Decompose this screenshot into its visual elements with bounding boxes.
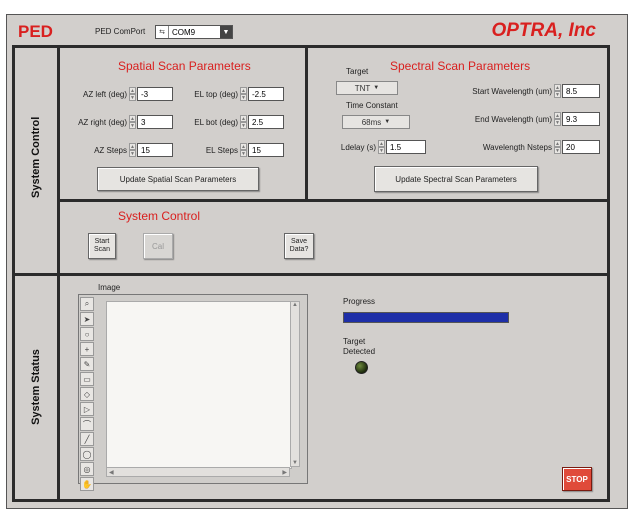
target-detected-led <box>355 361 368 374</box>
az-right-field[interactable]: ▲ ▼ 3 <box>129 115 173 129</box>
scroll-left-icon[interactable]: ◀ <box>109 469 114 476</box>
control-hdivider <box>57 199 610 202</box>
comport-select[interactable]: ⇆ COM9 ▼ <box>155 25 233 39</box>
el-steps-spinner[interactable]: ▲ ▼ <box>240 143 247 157</box>
el-steps-label: EL Steps <box>205 146 238 155</box>
start-wavelength-field[interactable]: ▲ ▼ 8.5 <box>554 84 600 98</box>
time-constant-value: 68ms <box>361 117 382 127</box>
pointer-icon[interactable]: ➤ <box>80 312 94 326</box>
end-wavelength-field[interactable]: ▲ ▼ 9.3 <box>554 112 600 126</box>
el-top-label: EL top (deg) <box>194 90 238 99</box>
target-ring[interactable]: TNT ▼ <box>336 81 398 95</box>
ellipse-icon[interactable]: ◇ <box>80 387 94 401</box>
stop-button[interactable]: STOP <box>562 467 592 491</box>
el-bot-field[interactable]: ▲ ▼ 2.5 <box>240 115 284 129</box>
time-constant-label: Time Constant <box>346 101 398 110</box>
el-steps-field[interactable]: ▲ ▼ 15 <box>240 143 284 157</box>
image-label: Image <box>98 283 121 292</box>
az-left-field[interactable]: ▲ ▼ -3 <box>129 87 173 101</box>
comport-label: PED ComPort <box>95 27 146 36</box>
target-value: TNT <box>354 83 371 93</box>
el-bot-label: EL bot (deg) <box>194 118 238 127</box>
end-wavelength-spinner[interactable]: ▲ ▼ <box>554 112 561 126</box>
image-canvas[interactable] <box>106 301 292 469</box>
az-left-value[interactable]: -3 <box>137 87 173 101</box>
ldelay-label: Ldelay (s) <box>340 143 376 152</box>
border-bottom <box>12 499 610 502</box>
wavelength-nsteps-field[interactable]: ▲ ▼ 20 <box>554 140 600 154</box>
pencil-icon[interactable]: ✎ <box>80 357 94 371</box>
app-title: PED <box>18 22 53 41</box>
zoom-icon[interactable]: ⌕ <box>80 297 94 311</box>
system-control-heading: System Control <box>118 209 201 223</box>
chevron-down-icon[interactable]: ▼ <box>220 26 232 38</box>
ldelay-spinner[interactable]: ▲ ▼ <box>378 140 385 154</box>
hand-icon[interactable]: ✋ <box>80 477 94 491</box>
az-steps-spinner[interactable]: ▲ ▼ <box>129 143 136 157</box>
image-tool-palette: ⌕ ➤ ○ + ✎ ▭ ◇ ▷ ⌒ ╱ ◯ ◎ ✋ <box>80 297 94 492</box>
comport-value: COM9 <box>172 27 196 37</box>
freehand-icon[interactable]: ⌒ <box>80 417 94 431</box>
el-top-field[interactable]: ▲ ▼ -2.5 <box>240 87 284 101</box>
ldelay-field[interactable]: ▲ ▼ 1.5 <box>378 140 426 154</box>
polygon-icon[interactable]: ▷ <box>80 402 94 416</box>
az-left-label: AZ left (deg) <box>82 90 127 99</box>
system-control-section-label: System Control <box>30 116 42 198</box>
az-steps-label: AZ Steps <box>94 146 127 155</box>
target-detected-label: Target Detected <box>343 337 376 356</box>
section-hdivider <box>12 273 610 276</box>
chevron-down-icon: ▼ <box>384 119 391 125</box>
el-steps-value[interactable]: 15 <box>248 143 284 157</box>
annulus-icon[interactable]: ◎ <box>80 462 94 476</box>
el-bot-value[interactable]: 2.5 <box>248 115 284 129</box>
wavelength-nsteps-value[interactable]: 20 <box>562 140 600 154</box>
wavelength-nsteps-label: Wavelength Nsteps <box>482 143 552 152</box>
el-top-value[interactable]: -2.5 <box>248 87 284 101</box>
rectangle-icon[interactable]: ▭ <box>80 372 94 386</box>
start-wavelength-label: Start Wavelength (um) <box>472 87 552 96</box>
line-icon[interactable]: ╱ <box>80 432 94 446</box>
spatial-heading: Spatial Scan Parameters <box>118 59 251 73</box>
ldelay-value[interactable]: 1.5 <box>386 140 426 154</box>
el-bot-spinner[interactable]: ▲ ▼ <box>240 115 247 129</box>
progress-bar <box>343 312 509 323</box>
params-vdivider <box>305 45 308 202</box>
save-data-button[interactable]: Save Data? <box>284 233 314 259</box>
az-right-label: AZ right (deg) <box>78 118 127 127</box>
target-label: Target <box>346 67 369 76</box>
progress-label: Progress <box>343 297 376 306</box>
az-steps-value[interactable]: 15 <box>137 143 173 157</box>
border-top <box>12 45 610 48</box>
update-spectral-button[interactable]: Update Spectral Scan Parameters <box>374 166 538 192</box>
el-top-spinner[interactable]: ▲ ▼ <box>240 87 247 101</box>
crosshair-icon[interactable]: + <box>80 342 94 356</box>
az-steps-field[interactable]: ▲ ▼ 15 <box>129 143 173 157</box>
end-wavelength-label: End Wavelength (um) <box>474 115 552 124</box>
az-left-spinner[interactable]: ▲ ▼ <box>129 87 136 101</box>
spectral-heading: Spectral Scan Parameters <box>390 59 531 73</box>
time-constant-ring[interactable]: 68ms ▼ <box>342 115 410 129</box>
scroll-right-icon[interactable]: ▶ <box>282 469 287 476</box>
end-wavelength-value[interactable]: 9.3 <box>562 112 600 126</box>
pan-icon[interactable]: ○ <box>80 327 94 341</box>
chevron-down-icon: ▼ <box>373 85 380 91</box>
scroll-down-icon[interactable]: ▼ <box>292 460 298 466</box>
image-vertical-scrollbar[interactable]: ▲ ▼ <box>290 301 300 467</box>
image-horizontal-scrollbar[interactable]: ◀ ▶ <box>106 467 290 477</box>
system-status-section-label: System Status <box>30 349 42 425</box>
start-scan-button[interactable]: Start Scan <box>88 233 116 259</box>
cal-button[interactable]: Cal <box>143 233 173 259</box>
company-logo: OPTRA, Inc <box>491 20 596 41</box>
az-right-spinner[interactable]: ▲ ▼ <box>129 115 136 129</box>
scroll-up-icon[interactable]: ▲ <box>292 302 298 308</box>
az-right-value[interactable]: 3 <box>137 115 173 129</box>
update-spatial-button[interactable]: Update Spatial Scan Parameters <box>97 167 259 191</box>
oval-icon[interactable]: ◯ <box>80 447 94 461</box>
wavelength-nsteps-spinner[interactable]: ▲ ▼ <box>554 140 561 154</box>
start-wavelength-spinner[interactable]: ▲ ▼ <box>554 84 561 98</box>
visa-io-icon: ⇆ <box>156 26 169 38</box>
start-wavelength-value[interactable]: 8.5 <box>562 84 600 98</box>
